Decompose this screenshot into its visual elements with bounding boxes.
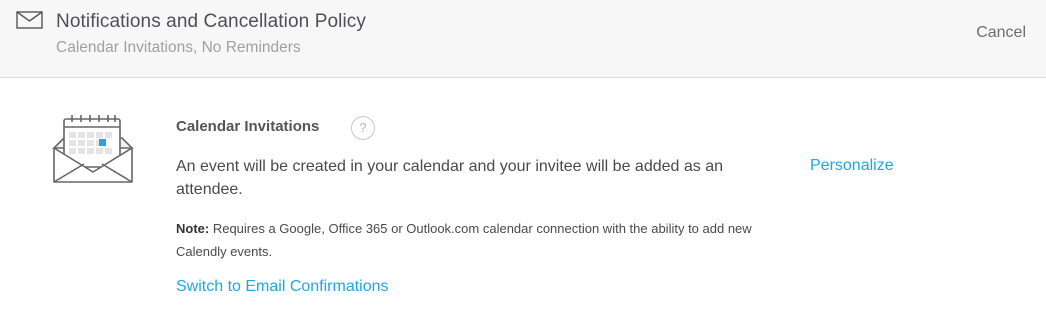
personalize-link[interactable]: Personalize [810, 157, 894, 175]
note-text: Requires a Google, Office 365 or Outlook… [176, 221, 752, 259]
option-title: Calendar Invitations [176, 118, 320, 135]
help-icon[interactable]: ? [351, 116, 375, 140]
section-subtitle: Calendar Invitations, No Reminders [56, 39, 301, 56]
cancel-button[interactable]: Cancel [976, 24, 1026, 42]
note-label: Note: [176, 221, 210, 236]
envelope-icon [16, 11, 43, 29]
calendar-invitation-icon [52, 115, 134, 183]
section-header[interactable]: Notifications and Cancellation Policy Ca… [0, 0, 1046, 78]
switch-to-email-confirmations-link[interactable]: Switch to Email Confirmations [176, 278, 389, 296]
section-title: Notifications and Cancellation Policy [56, 11, 366, 32]
option-description: An event will be created in your calenda… [176, 158, 723, 198]
option-note: Note: Requires a Google, Office 365 or O… [176, 217, 776, 263]
